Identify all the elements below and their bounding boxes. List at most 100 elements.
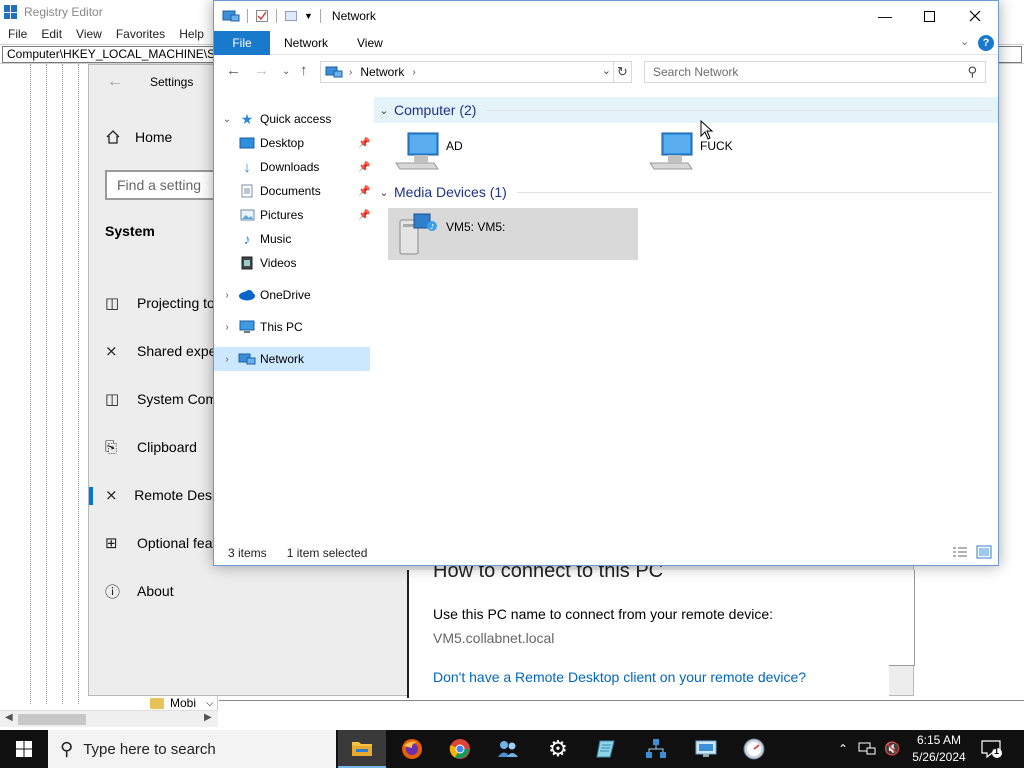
- taskbar-app-network-tool[interactable]: [632, 730, 680, 768]
- pc-name-description: Use this PC name to connect from your re…: [433, 606, 774, 622]
- taskbar-app-chrome[interactable]: [436, 730, 484, 768]
- tab-network[interactable]: Network: [284, 36, 328, 50]
- collapsed-chevron-icon[interactable]: ›: [214, 290, 236, 301]
- content-pane[interactable]: ⌄ Computer (2) AD FUCK ⌄ Media Devices (…: [374, 97, 998, 537]
- network-icon: [325, 66, 343, 78]
- properties-icon[interactable]: [255, 9, 269, 23]
- network-item-fuck[interactable]: FUCK: [642, 127, 882, 179]
- group-header-media-devices[interactable]: ⌄ Media Devices (1): [374, 179, 998, 205]
- collapsed-chevron-icon[interactable]: ›: [214, 322, 236, 333]
- group-header-label: Computer (2): [394, 102, 477, 118]
- taskbar-app-file-explorer[interactable]: [338, 730, 386, 768]
- refresh-icon[interactable]: ↻: [613, 62, 631, 82]
- back-arrow-icon[interactable]: ←: [107, 73, 123, 91]
- file-explorer-icon: [352, 742, 372, 756]
- breadcrumb-separator-icon[interactable]: ›: [412, 67, 415, 78]
- group-header-computer[interactable]: ⌄ Computer (2): [374, 97, 998, 123]
- group-collapse-icon[interactable]: ⌄: [374, 186, 394, 199]
- nav-projecting[interactable]: ◫ Projecting to: [89, 283, 219, 323]
- expand-ribbon-icon[interactable]: ⌄: [960, 35, 969, 48]
- sidebar-item-onedrive[interactable]: › OneDrive: [214, 283, 370, 307]
- taskbar-search-box[interactable]: ⚲ Type here to search: [48, 730, 336, 768]
- nav-shared-experiences[interactable]: ⨯ Shared expe: [89, 331, 219, 371]
- volume-muted-icon[interactable]: 🔇: [884, 741, 900, 757]
- pin-icon[interactable]: 📌: [358, 186, 370, 197]
- pin-icon[interactable]: 📌: [358, 162, 370, 173]
- sidebar-item-quick-access[interactable]: ⌄ ★ Quick access: [214, 107, 370, 131]
- network-status-icon[interactable]: [858, 742, 876, 756]
- chevron-down-icon[interactable]: ⌵: [206, 698, 214, 709]
- sidebar-item-desktop[interactable]: Desktop 📌: [214, 131, 370, 155]
- expanded-chevron-icon[interactable]: ⌄: [214, 114, 236, 125]
- sidebar-item-music[interactable]: ♪ Music: [214, 227, 370, 251]
- close-button[interactable]: [952, 1, 998, 31]
- address-dropdown-icon[interactable]: ⌄: [602, 64, 611, 77]
- file-explorer-window: ▼ Network — File Network View ⌄ ? ← → ⌄ …: [213, 0, 999, 566]
- customize-toolbar-icon[interactable]: ▼: [304, 11, 313, 21]
- registry-tree-item[interactable]: Mobi ⌵: [150, 696, 214, 710]
- registry-horizontal-scrollbar[interactable]: ◀ ▶: [0, 710, 218, 727]
- scroll-right-icon[interactable]: ▶: [204, 712, 212, 723]
- settings-gear-icon: ⚙: [548, 736, 568, 761]
- menu-help[interactable]: Help: [171, 27, 210, 41]
- forward-icon[interactable]: →: [254, 62, 269, 79]
- sidebar-item-this-pc[interactable]: › This PC: [214, 315, 370, 339]
- menu-favorites[interactable]: Favorites: [108, 27, 171, 41]
- nav-remote-desktop[interactable]: ⨯ Remote Desk: [89, 475, 219, 515]
- recent-locations-icon[interactable]: ⌄: [282, 66, 290, 77]
- taskbar-app-settings[interactable]: ⚙: [534, 730, 582, 768]
- sidebar-item-network[interactable]: › Network: [214, 347, 370, 371]
- search-icon: ⚲: [967, 64, 977, 79]
- settings-title: Settings: [150, 75, 194, 89]
- scrollbar-thumb[interactable]: [18, 714, 86, 725]
- new-folder-icon[interactable]: [284, 9, 298, 23]
- show-hidden-icons-icon[interactable]: ⌃: [838, 742, 848, 756]
- nav-optional-features[interactable]: ⊞ Optional feat: [89, 523, 219, 563]
- action-center-button[interactable]: 1: [980, 738, 1004, 762]
- menu-edit[interactable]: Edit: [33, 27, 68, 41]
- tab-file[interactable]: File: [214, 31, 270, 55]
- nav-clipboard[interactable]: ⎘ Clipboard: [89, 427, 219, 467]
- clock[interactable]: 6:15 AM 5/26/2024: [906, 732, 972, 766]
- sidebar-item-videos[interactable]: Videos: [214, 251, 370, 275]
- details-view-icon[interactable]: [952, 545, 968, 559]
- sidebar-item-pictures[interactable]: Pictures 📌: [214, 203, 370, 227]
- group-collapse-icon[interactable]: ⌄: [374, 104, 394, 117]
- media-device-vm5[interactable]: ♪ VM5: VM5:: [388, 208, 638, 260]
- back-icon[interactable]: ←: [226, 62, 241, 79]
- taskbar-app-remote-desktop[interactable]: [682, 730, 730, 768]
- pin-icon[interactable]: 📌: [358, 138, 370, 149]
- minimize-button[interactable]: —: [862, 1, 908, 31]
- large-icons-view-icon[interactable]: [976, 545, 992, 559]
- sidebar-item-downloads[interactable]: ↓ Downloads 📌: [214, 155, 370, 179]
- nav-about[interactable]: ⓘ About: [89, 571, 219, 611]
- tab-view[interactable]: View: [357, 36, 383, 50]
- remote-client-help-link[interactable]: Don't have a Remote Desktop client on yo…: [433, 669, 806, 685]
- taskbar-app-performance-monitor[interactable]: [730, 730, 778, 768]
- start-button[interactable]: [0, 730, 48, 768]
- quick-access-toolbar: ▼: [214, 9, 328, 23]
- explorer-title: Network: [331, 9, 376, 23]
- up-icon[interactable]: ↑: [300, 62, 308, 79]
- nav-system-components[interactable]: ◫ System Com: [89, 379, 219, 419]
- breadcrumb-network[interactable]: Network: [360, 65, 404, 79]
- help-button[interactable]: ?: [978, 35, 994, 51]
- search-input[interactable]: Search Network ⚲: [644, 61, 986, 83]
- explorer-title-bar[interactable]: ▼ Network —: [214, 1, 998, 31]
- registry-values-pane[interactable]: [219, 700, 1024, 728]
- network-item-ad[interactable]: AD: [388, 127, 628, 179]
- taskbar-app-users[interactable]: [484, 730, 532, 768]
- scroll-left-icon[interactable]: ◀: [5, 712, 13, 723]
- maximize-button[interactable]: [906, 1, 952, 31]
- taskbar-app-firefox[interactable]: [388, 730, 436, 768]
- remote-desktop-icon: ⨯: [105, 487, 118, 504]
- collapsed-chevron-icon[interactable]: ›: [214, 354, 236, 365]
- menu-view[interactable]: View: [68, 27, 108, 41]
- menu-file[interactable]: File: [0, 27, 33, 41]
- sidebar-item-label: Pictures: [260, 208, 304, 222]
- settings-home-link[interactable]: Home: [105, 129, 172, 145]
- address-bar[interactable]: › Network › ⌄ ↻: [320, 61, 632, 83]
- sidebar-item-documents[interactable]: Documents 📌: [214, 179, 370, 203]
- pin-icon[interactable]: 📌: [358, 210, 370, 221]
- taskbar-app-notepad[interactable]: [582, 730, 630, 768]
